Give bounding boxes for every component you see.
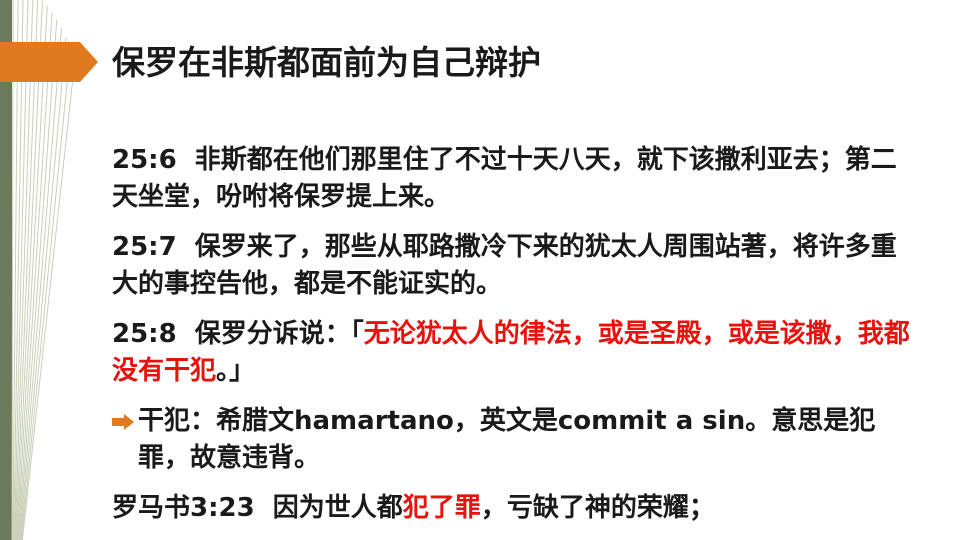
verse-25-8: 25:8 保罗分诉说：「无论犹太人的律法，或是圣殿，或是该撒，我都没有干犯。」 [112,316,912,390]
decorative-line [20,37,67,540]
verse-text-before: 因为世人都 [272,493,403,523]
verse-ref: 25:8 [112,319,177,349]
verse-text: 非斯都在他们那里住了不过十天八天，就下该撒利亚去；第二天坐堂，吩咐将保罗提上来。 [112,145,897,212]
verse-text-after: ，亏缺了神的荣耀； [480,493,715,523]
verse-text: 保罗来了，那些从耶路撒冷下来的犹太人周围站著，将许多重大的事控告他，都是不能证实… [112,232,897,299]
verse-25-6: 25:6 非斯都在他们那里住了不过十天八天，就下该撒利亚去；第二天坐堂，吩咐将保… [112,142,912,216]
slide: 保罗在非斯都面前为自己辩护 25:6 非斯都在他们那里住了不过十天八天，就下该撒… [0,0,960,540]
arrow-right-icon [112,414,134,430]
romans-3-23: 罗马书3:23 因为世人都犯了罪，亏缺了神的荣耀； [112,490,912,527]
verse-25-7: 25:7 保罗来了，那些从耶路撒冷下来的犹太人周围站著，将许多重大的事控告他，都… [112,229,912,303]
slide-title: 保罗在非斯都面前为自己辩护 [112,43,541,82]
decorative-line [17,5,48,540]
verse-ref: 25:6 [112,145,177,175]
verse-text-highlight: 犯了罪 [402,493,481,523]
verse-ref: 25:7 [112,232,177,262]
verse-ref: 罗马书3:23 [112,493,255,523]
title-arrow-shape [0,42,98,82]
verse-text-before: 保罗分诉说：「 [194,319,364,349]
bullet-definition: 干犯：希腊文hamartano，英文是commit a sin。意思是犯罪，故意… [138,406,876,473]
verse-text-after: 。」 [216,356,256,386]
